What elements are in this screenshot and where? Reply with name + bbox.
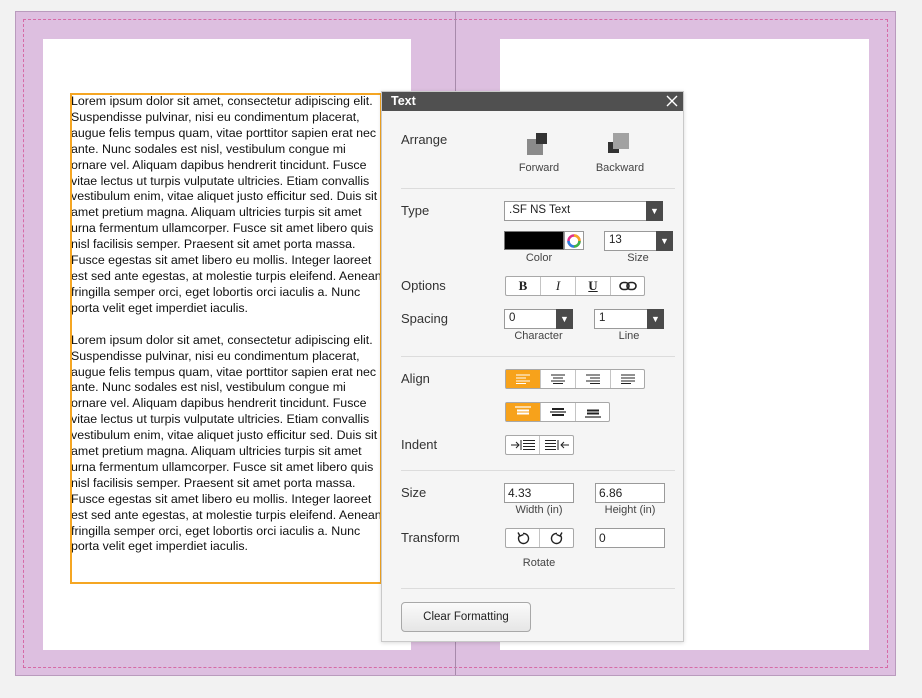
align-top-icon[interactable] bbox=[506, 403, 541, 421]
font-size-select[interactable]: 13 ▼ bbox=[604, 231, 673, 251]
font-size-value: 13 bbox=[609, 234, 622, 246]
line-spacing-value: 1 bbox=[599, 312, 606, 324]
backward-label[interactable]: Backward bbox=[588, 162, 652, 174]
divider bbox=[401, 356, 675, 357]
text-box[interactable]: Lorem ipsum dolor sit amet, consectetur … bbox=[71, 94, 383, 571]
align-justify-icon[interactable] bbox=[611, 370, 644, 388]
indent-label: Indent bbox=[401, 437, 438, 452]
chevron-down-icon: ▼ bbox=[556, 309, 573, 329]
color-wheel-icon[interactable] bbox=[564, 231, 584, 250]
rotate-group bbox=[505, 528, 574, 548]
rotate-caption: Rotate bbox=[522, 557, 556, 569]
character-spacing-value: 0 bbox=[509, 312, 516, 324]
chevron-down-icon: ▼ bbox=[646, 201, 663, 221]
font-value: .SF NS Text bbox=[509, 204, 571, 216]
font-select[interactable]: .SF NS Text ▼ bbox=[504, 201, 663, 221]
text-panel: Text Arrange Forward Backward Type .SF N… bbox=[381, 91, 684, 642]
align-bottom-icon[interactable] bbox=[576, 403, 609, 421]
bold-button[interactable]: B bbox=[506, 277, 541, 295]
character-spacing-select[interactable]: 0 ▼ bbox=[504, 309, 573, 329]
indent-decrease-icon[interactable] bbox=[540, 436, 573, 454]
width-field[interactable]: 4.33 bbox=[504, 483, 574, 503]
panel-header: Text bbox=[382, 92, 683, 111]
rotate-right-icon[interactable] bbox=[540, 529, 573, 547]
indent-increase-icon[interactable] bbox=[506, 436, 540, 454]
paragraph: Lorem ipsum dolor sit amet, consectetur … bbox=[71, 94, 382, 315]
forward-label[interactable]: Forward bbox=[510, 162, 568, 174]
align-left-icon[interactable] bbox=[506, 370, 541, 388]
clear-formatting-button[interactable]: Clear Formatting bbox=[401, 602, 531, 632]
italic-button[interactable]: I bbox=[541, 277, 576, 295]
type-label: Type bbox=[401, 203, 430, 218]
vertical-align-group bbox=[505, 402, 610, 422]
horizontal-align-group bbox=[505, 369, 645, 389]
divider bbox=[401, 588, 675, 589]
indent-group bbox=[505, 435, 574, 455]
options-label: Options bbox=[401, 278, 446, 293]
width-caption: Width (in) bbox=[515, 504, 563, 516]
rotate-field[interactable]: 0 bbox=[595, 528, 665, 548]
paragraph: Lorem ipsum dolor sit amet, consectetur … bbox=[71, 332, 382, 554]
line-spacing-select[interactable]: 1 ▼ bbox=[594, 309, 664, 329]
divider bbox=[401, 470, 675, 471]
align-middle-icon[interactable] bbox=[541, 403, 576, 421]
height-caption: Height (in) bbox=[604, 504, 656, 516]
align-label: Align bbox=[401, 371, 430, 386]
line-caption: Line bbox=[618, 330, 640, 342]
color-label: Color bbox=[525, 252, 553, 264]
align-right-icon[interactable] bbox=[576, 370, 611, 388]
panel-title: Text bbox=[391, 94, 416, 108]
underline-button[interactable]: U bbox=[576, 277, 611, 295]
size-label: Size bbox=[401, 485, 427, 500]
chevron-down-icon: ▼ bbox=[647, 309, 664, 329]
send-backward-icon[interactable] bbox=[607, 132, 633, 158]
height-field[interactable]: 6.86 bbox=[595, 483, 665, 503]
spacing-label: Spacing bbox=[401, 311, 448, 326]
text-style-group: B I U bbox=[505, 276, 645, 296]
bring-forward-icon[interactable] bbox=[526, 132, 552, 158]
rotate-left-icon[interactable] bbox=[506, 529, 540, 547]
character-caption: Character bbox=[514, 330, 563, 342]
close-icon[interactable] bbox=[665, 94, 679, 108]
chevron-down-icon: ▼ bbox=[656, 231, 673, 251]
divider bbox=[401, 188, 675, 189]
link-icon[interactable] bbox=[611, 277, 644, 295]
color-swatch[interactable] bbox=[504, 231, 564, 250]
arrange-label: Arrange bbox=[401, 132, 448, 147]
align-center-icon[interactable] bbox=[541, 370, 576, 388]
transform-label: Transform bbox=[401, 530, 460, 545]
size-caption: Size bbox=[627, 252, 649, 264]
